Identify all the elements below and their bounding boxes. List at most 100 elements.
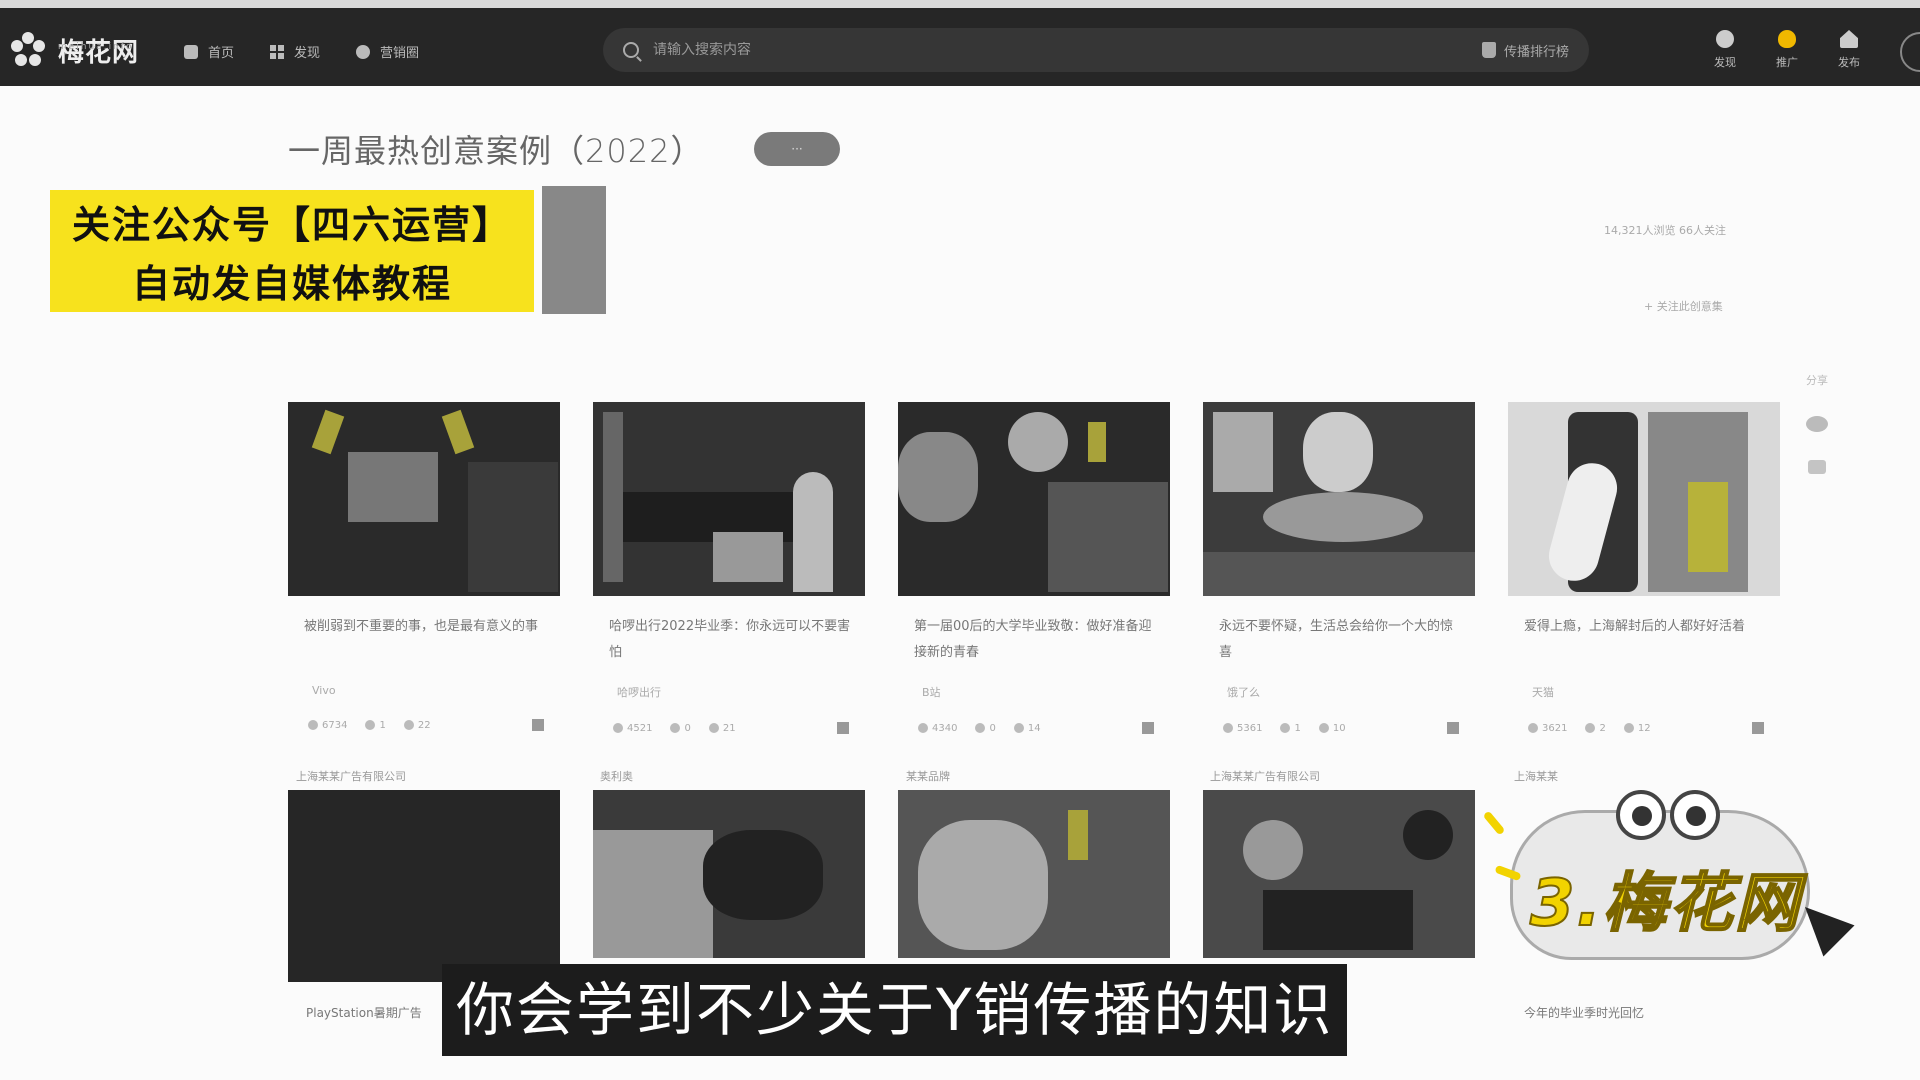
comment-count: 1: [379, 719, 386, 731]
view-count: 6734: [322, 719, 348, 731]
eye-icon: [613, 723, 623, 733]
view-count: 5361: [1237, 722, 1263, 734]
promo-overlay-banner: 关注公众号【四六运营】 自动发自媒体教程: [50, 190, 534, 312]
eye-icon: [308, 720, 318, 730]
nav-item-home[interactable]: 首页: [184, 42, 234, 61]
wechat-icon[interactable]: [1806, 416, 1828, 432]
cover-image-placeholder: [542, 186, 606, 314]
case-title[interactable]: PlayStation暑期广告: [306, 1004, 422, 1021]
comment-icon: [670, 723, 681, 733]
bookmark-icon[interactable]: [837, 722, 849, 734]
comment-icon: [1585, 723, 1596, 733]
case-author[interactable]: 哈啰出行: [593, 684, 865, 700]
case-thumbnail[interactable]: [288, 402, 560, 596]
search-bar: 传播排行榜: [603, 28, 1589, 72]
case-title[interactable]: 永远不要怀疑，生活总会给你一个大的惊喜: [1203, 614, 1475, 666]
nav-discover-label: 发现: [1714, 56, 1736, 69]
heart-icon: [708, 723, 719, 733]
view-count: 4521: [627, 722, 653, 734]
cartoon-eye-icon: [1616, 790, 1666, 840]
badge-label: 3.梅花网: [1529, 866, 1801, 942]
case-author[interactable]: 上海某某广告有限公司: [1210, 768, 1320, 784]
case-thumbnail[interactable]: [898, 790, 1170, 958]
case-author[interactable]: 饿了么: [1203, 684, 1475, 700]
page-title: 一周最热创意案例（2022）: [288, 132, 704, 170]
case-thumbnail[interactable]: [1203, 790, 1475, 958]
heart-icon: [1318, 723, 1329, 733]
avatar[interactable]: [1900, 32, 1920, 72]
nav-promote-button[interactable]: 推广: [1772, 30, 1802, 70]
comment-icon: [1280, 723, 1291, 733]
weibo-icon[interactable]: [1808, 460, 1826, 474]
nav-discover-button[interactable]: 发现: [1710, 30, 1740, 70]
view-count: 4340: [932, 722, 958, 734]
case-thumbnail[interactable]: [593, 402, 865, 596]
heart-icon: [403, 720, 414, 730]
trophy-icon: [1481, 42, 1496, 58]
eye-icon: [1528, 723, 1538, 733]
bookmark-icon[interactable]: [1142, 722, 1154, 734]
bookmark-icon[interactable]: [532, 719, 544, 731]
case-author[interactable]: 上海某某广告有限公司: [296, 768, 406, 784]
nav-publish-button[interactable]: 发布: [1834, 30, 1864, 70]
nav-promote-label: 推广: [1776, 56, 1798, 69]
case-card[interactable]: 被削弱到不重要的事，也是最有意义的事 Vivo 6734 1 22: [288, 402, 560, 731]
case-stats: 4521 0 21: [593, 722, 865, 734]
case-author[interactable]: 奥利奥: [600, 768, 633, 784]
case-author[interactable]: 上海某某: [1514, 768, 1558, 784]
home-icon: [184, 44, 198, 59]
case-thumbnail[interactable]: [1203, 402, 1475, 596]
comment-count: 0: [989, 722, 996, 734]
heart-icon: [1623, 723, 1634, 733]
plum-blossom-logo-icon: [8, 30, 48, 70]
case-thumbnail[interactable]: [593, 790, 865, 958]
collection-stats: 14,321人浏览 66人关注: [1604, 224, 1726, 237]
case-stats: 6734 1 22: [288, 719, 560, 731]
case-title[interactable]: 第一届00后的大学毕业致敬：做好准备迎接新的青春: [898, 614, 1170, 666]
case-card[interactable]: 爱得上瘾，上海解封后的人都好好活着 天猫 3621 2 12: [1508, 402, 1780, 734]
case-thumbnail[interactable]: [1508, 402, 1780, 596]
channel-badge: 3.梅花网: [1482, 790, 1855, 970]
search-icon[interactable]: [623, 42, 639, 58]
case-author[interactable]: 天猫: [1508, 684, 1780, 700]
grid-icon: [270, 44, 285, 59]
nav-item-discover[interactable]: 发现: [270, 42, 320, 61]
promo-line-1: 关注公众号【四六运营】: [71, 203, 512, 247]
case-title[interactable]: 被削弱到不重要的事，也是最有意义的事: [288, 614, 560, 666]
case-thumbnail[interactable]: [288, 790, 560, 982]
comment-icon: [975, 723, 986, 733]
main-nav: 首页 发现 营销圈: [184, 42, 419, 61]
bookmark-icon[interactable]: [1752, 722, 1764, 734]
ranking-button[interactable]: 传播排行榜: [1481, 41, 1569, 60]
follow-collection-link[interactable]: + 关注此创意集: [1644, 298, 1723, 314]
case-author[interactable]: 某某品牌: [906, 768, 950, 784]
case-stats: 3621 2 12: [1508, 722, 1780, 734]
comment-count: 2: [1599, 722, 1606, 734]
title-action-pill[interactable]: ···: [754, 132, 840, 166]
case-stats: 4340 0 14: [898, 722, 1170, 734]
cartoon-eye-icon: [1670, 790, 1720, 840]
bookmark-icon[interactable]: [1447, 722, 1459, 734]
case-thumbnail[interactable]: [898, 402, 1170, 596]
heart-icon: [1013, 723, 1024, 733]
promo-line-2: 自动发自媒体教程: [131, 262, 452, 306]
nav-item-label: 首页: [208, 46, 235, 61]
case-author[interactable]: Vivo: [288, 684, 560, 697]
eye-icon: [918, 723, 928, 733]
case-card[interactable]: 第一届00后的大学毕业致敬：做好准备迎接新的青春 B站 4340 0 14: [898, 402, 1170, 734]
case-title[interactable]: 哈啰出行2022毕业季：你永远可以不要害怕: [593, 614, 865, 666]
case-title[interactable]: 爱得上瘾，上海解封后的人都好好活着: [1508, 614, 1780, 666]
fire-icon: [1778, 30, 1796, 48]
nav-item-circle[interactable]: 营销圈: [356, 42, 419, 61]
video-subtitle: 你会学到不少关于Y销传播的知识: [442, 964, 1348, 1056]
side-toolbar: 分享: [1806, 372, 1828, 474]
search-input[interactable]: [653, 42, 1482, 58]
ranking-label: 传播排行榜: [1503, 44, 1569, 60]
share-label: 分享: [1806, 374, 1828, 387]
case-author[interactable]: B站: [898, 684, 1170, 700]
case-card[interactable]: 永远不要怀疑，生活总会给你一个大的惊喜 饿了么 5361 1 10: [1203, 402, 1475, 734]
case-card[interactable]: 哈啰出行2022毕业季：你永远可以不要害怕 哈啰出行 4521 0 21: [593, 402, 865, 734]
case-title[interactable]: 今年的毕业季时光回忆: [1524, 1004, 1644, 1021]
nav-item-label: 发现: [294, 46, 321, 61]
view-count: 3621: [1542, 722, 1568, 734]
